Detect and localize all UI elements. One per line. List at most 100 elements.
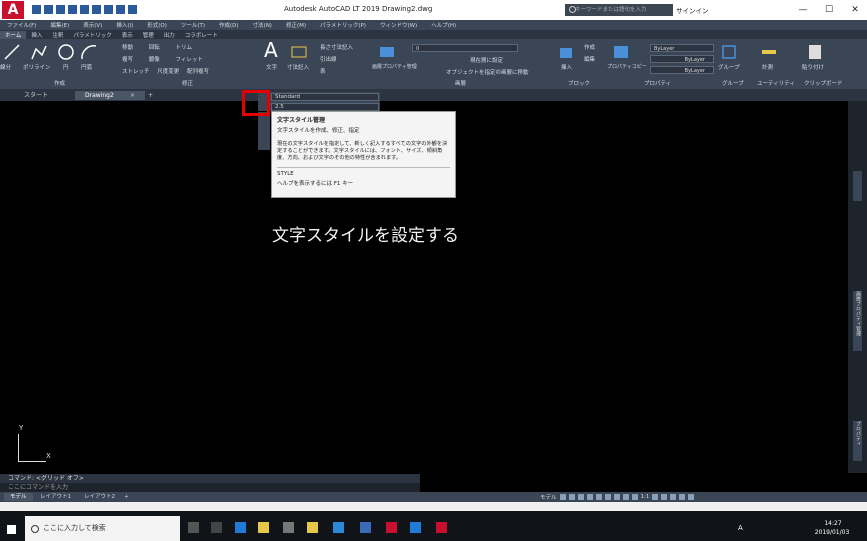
- redo-icon[interactable]: [128, 5, 137, 14]
- text-height-combo[interactable]: 2.5: [271, 103, 379, 111]
- tab-annotate[interactable]: 注釈: [47, 31, 68, 39]
- mirror-button[interactable]: 鏡像: [149, 57, 160, 63]
- osnap-icon[interactable]: [595, 494, 602, 500]
- dimension-icon[interactable]: [290, 43, 308, 61]
- match-properties-icon[interactable]: [612, 43, 630, 61]
- print-icon[interactable]: [104, 5, 113, 14]
- file-explorer-icon[interactable]: [258, 522, 269, 533]
- close-tab-icon[interactable]: ×: [128, 91, 137, 100]
- text-style-combo[interactable]: Standard: [271, 93, 379, 101]
- text-icon[interactable]: A: [264, 40, 282, 60]
- panel-groups-label[interactable]: グループ: [722, 79, 744, 87]
- group-icon[interactable]: [720, 43, 738, 61]
- edit-block-button[interactable]: 編集: [584, 55, 595, 63]
- otrack-icon[interactable]: [604, 494, 611, 500]
- add-layout-icon[interactable]: +: [118, 493, 135, 501]
- copy-button[interactable]: 複写: [122, 57, 133, 63]
- undo-icon[interactable]: [116, 5, 125, 14]
- menu-insert[interactable]: 挿入(I): [109, 21, 140, 29]
- fullscreen-icon[interactable]: [679, 494, 686, 500]
- menu-edit[interactable]: 編集(E): [43, 21, 76, 29]
- linetype-combo[interactable]: ByLayer: [650, 55, 714, 63]
- tab-home[interactable]: ホーム: [0, 30, 27, 39]
- store-icon[interactable]: [307, 522, 318, 533]
- panel-block-label[interactable]: ブロック: [568, 79, 590, 87]
- close-button[interactable]: ✕: [842, 2, 867, 18]
- add-tab-icon[interactable]: +: [145, 91, 156, 100]
- color-combo[interactable]: ByLayer: [650, 44, 714, 52]
- task-view-icon[interactable]: [211, 522, 222, 533]
- snap-icon[interactable]: [568, 494, 575, 500]
- tab-insert[interactable]: 挿入: [26, 31, 47, 39]
- stretch-button[interactable]: ストレッチ: [122, 69, 150, 75]
- panel-layers-label[interactable]: 画層: [455, 79, 466, 87]
- autocad-taskbar-icon[interactable]: [386, 522, 397, 533]
- layer-palette-label[interactable]: 画層プロパティ管理: [853, 291, 862, 351]
- menu-file[interactable]: ファイル(F): [0, 21, 43, 29]
- circle-icon[interactable]: [57, 43, 75, 61]
- rotate-button[interactable]: 回転: [149, 45, 160, 51]
- mail-icon[interactable]: [283, 522, 294, 533]
- app-icon[interactable]: [333, 522, 344, 533]
- table-button[interactable]: 表: [320, 67, 326, 75]
- annotation-scale[interactable]: 1:1: [641, 494, 650, 500]
- save-icon[interactable]: [56, 5, 65, 14]
- menu-view[interactable]: 表示(V): [76, 21, 109, 29]
- line-icon[interactable]: [3, 43, 21, 61]
- panel-draw-label[interactable]: 作成: [54, 79, 65, 87]
- tab-model[interactable]: モデル: [4, 493, 33, 501]
- palette-close-icon[interactable]: [853, 171, 862, 201]
- maximize-button[interactable]: ☐: [816, 2, 842, 18]
- array-button[interactable]: 配列複写: [187, 69, 209, 75]
- panel-clipboard-label[interactable]: クリップボード: [804, 79, 843, 87]
- menu-format[interactable]: 形式(O): [140, 21, 174, 29]
- clock-date[interactable]: 2019/01/03: [807, 529, 857, 536]
- grid-icon[interactable]: [559, 494, 566, 500]
- gear-icon[interactable]: [652, 494, 659, 500]
- lineweight-icon[interactable]: [613, 494, 620, 500]
- minimize-button[interactable]: —: [790, 2, 816, 18]
- publish-icon[interactable]: [92, 5, 101, 14]
- search-input[interactable]: キーワードまたは語句を入力: [565, 4, 673, 16]
- tab-parametric[interactable]: パラメトリック: [68, 31, 116, 39]
- leader-button[interactable]: 引出線: [320, 55, 337, 63]
- clock-time[interactable]: 14:27: [811, 520, 855, 527]
- move-to-layer-button[interactable]: オブジェクトを指定の画層に移動: [446, 68, 529, 76]
- tab-layout1[interactable]: レイアウト1: [34, 493, 77, 501]
- media-player-icon[interactable]: [360, 522, 371, 533]
- microphone-icon[interactable]: [188, 522, 199, 533]
- linear-dim-button[interactable]: 長さ寸法記入: [320, 43, 353, 51]
- command-input[interactable]: ここにコマンドを入力: [0, 483, 420, 492]
- new-file-icon[interactable]: [32, 5, 41, 14]
- menu-window[interactable]: ウィンドウ(W): [373, 21, 424, 29]
- tab-output[interactable]: 出力: [159, 31, 180, 39]
- tab-view[interactable]: 表示: [117, 31, 138, 39]
- panel-utilities-label[interactable]: ユーティリティ: [757, 79, 795, 87]
- layer-properties-icon[interactable]: [378, 43, 396, 61]
- isolate-icon[interactable]: [670, 494, 677, 500]
- trim-button[interactable]: トリム: [176, 45, 193, 51]
- scale-button[interactable]: 尺度変更: [157, 69, 179, 75]
- autocad-lt-taskbar-icon[interactable]: [436, 522, 447, 533]
- create-block-button[interactable]: 作成: [584, 43, 595, 51]
- ortho-icon[interactable]: [577, 494, 584, 500]
- paste-icon[interactable]: [806, 43, 824, 61]
- model-space-button[interactable]: モデル: [540, 493, 557, 501]
- signin-button[interactable]: サインイン: [676, 5, 709, 15]
- windows-start-icon[interactable]: [7, 525, 16, 534]
- menu-draw[interactable]: 作成(D): [212, 21, 246, 29]
- menu-dimension[interactable]: 寸法(N): [246, 21, 279, 29]
- menu-tools[interactable]: ツール(T): [174, 21, 212, 29]
- open-file-icon[interactable]: [44, 5, 53, 14]
- tab-start[interactable]: スタート: [14, 91, 58, 100]
- lineweight-combo[interactable]: ByLayer: [650, 66, 714, 74]
- customize-icon[interactable]: [688, 494, 695, 500]
- ie-browser-icon[interactable]: [410, 522, 421, 533]
- layer-combo[interactable]: 0: [412, 44, 518, 52]
- plot-icon[interactable]: [80, 5, 89, 14]
- polar-icon[interactable]: [586, 494, 593, 500]
- ime-indicator[interactable]: A: [738, 524, 743, 532]
- set-current-layer-button[interactable]: 現在層に設定: [470, 56, 503, 64]
- fillet-button[interactable]: フィレット: [176, 57, 203, 63]
- panel-modify-label[interactable]: 修正: [182, 79, 193, 87]
